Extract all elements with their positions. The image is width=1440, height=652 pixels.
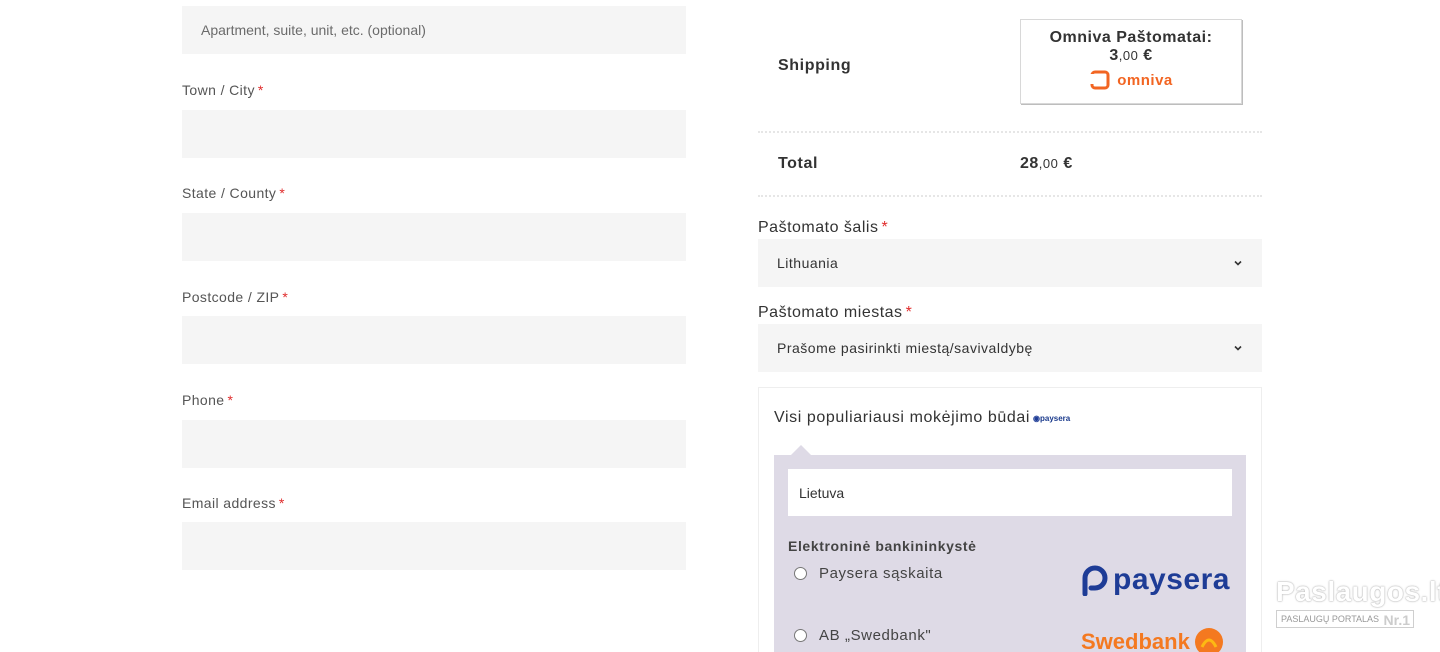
currency: € <box>1063 155 1073 172</box>
postcode-label: Postcode / ZIP * <box>182 289 288 305</box>
required-mark: * <box>282 289 289 305</box>
postcode-label-text: Postcode / ZIP <box>182 289 280 305</box>
watermark-logo: Paslaugos.lt PASLAUGŲ PORTALAS Nr.1 <box>1276 576 1440 630</box>
postcode-input[interactable] <box>182 316 686 364</box>
payment-option-swedbank[interactable]: AB „Swedbank" <box>794 627 931 644</box>
email-input[interactable] <box>182 522 686 570</box>
shipping-price-int: 3 <box>1109 47 1119 64</box>
parcel-country-select[interactable]: Lithuania <box>758 239 1262 287</box>
parcel-city-value: Prašome pasirinkti miestą/savivaldybę <box>777 340 1033 356</box>
payment-option-paysera[interactable]: Paysera sąskaita <box>794 565 943 582</box>
required-mark: * <box>905 304 913 321</box>
parcel-city-label-text: Paštomato miestas <box>758 304 903 321</box>
payment-methods: Visi populiariausi mokėjimo būdai ◉payse… <box>758 387 1262 652</box>
omniva-logo-text: omniva <box>1117 71 1173 89</box>
paysera-logo: paysera <box>1081 563 1230 597</box>
required-mark: * <box>227 392 234 408</box>
state-label: State / County * <box>182 185 285 201</box>
address2-input[interactable] <box>182 6 686 54</box>
bank-group-title: Elektroninė bankininkystė <box>788 538 977 554</box>
parcel-country-value: Lithuania <box>777 255 839 271</box>
required-mark: * <box>279 185 286 201</box>
phone-label: Phone * <box>182 392 233 408</box>
currency: € <box>1143 47 1153 64</box>
swedbank-logo: Swedbank <box>1081 627 1224 652</box>
omniva-icon <box>1090 70 1110 90</box>
parcel-country-label-text: Paštomato šalis <box>758 219 879 236</box>
paysera-mini-logo-text: paysera <box>1039 414 1071 423</box>
divider <box>758 195 1262 197</box>
radio-button[interactable] <box>794 567 807 580</box>
payment-panel: Elektroninė bankininkystė Paysera sąskai… <box>774 455 1246 652</box>
total-price-int: 28 <box>1020 155 1039 172</box>
total-label: Total <box>778 155 819 172</box>
required-mark: * <box>257 82 264 98</box>
omniva-logo: omniva <box>1089 69 1173 91</box>
parcel-city-label: Paštomato miestas * <box>758 304 912 322</box>
paysera-p-icon <box>1082 565 1108 596</box>
total-price: 28,00 € <box>1020 155 1073 173</box>
payment-title: Visi populiariausi mokėjimo būdai <box>774 409 1031 426</box>
watermark-sub: PASLAUGŲ PORTALAS Nr.1 <box>1276 610 1414 628</box>
swedbank-logo-text: Swedbank <box>1081 629 1190 652</box>
watermark-badge: Nr.1 <box>1383 612 1410 628</box>
state-label-text: State / County <box>182 185 277 201</box>
shipping-method-name: Omniva Paštomatai: <box>1049 29 1213 46</box>
payment-option-label: AB „Swedbank" <box>819 627 932 644</box>
parcel-city-select[interactable]: Prašome pasirinkti miestą/savivaldybę <box>758 324 1262 372</box>
shipping-method-option[interactable]: Omniva Paštomatai: 3,00 € omniva <box>1020 19 1242 104</box>
watermark-main: Paslaugos.lt <box>1276 576 1440 607</box>
payment-country-input[interactable] <box>788 469 1232 516</box>
required-mark: * <box>881 219 889 236</box>
shipping-price: 3,00 € <box>1109 47 1152 64</box>
chevron-down-icon <box>1234 260 1242 266</box>
chevron-down-icon <box>1234 345 1242 351</box>
divider <box>758 131 1262 133</box>
phone-input[interactable] <box>182 420 686 468</box>
state-input[interactable] <box>182 213 686 261</box>
paysera-logo-text: paysera <box>1113 563 1230 596</box>
city-input[interactable] <box>182 110 686 158</box>
radio-button[interactable] <box>794 629 807 642</box>
shipping-label: Shipping <box>778 57 852 74</box>
email-label: Email address * <box>182 495 285 511</box>
shipping-price-dec: ,00 <box>1118 48 1139 63</box>
parcel-country-label: Paštomato šalis * <box>758 219 888 237</box>
city-label-text: Town / City <box>182 82 255 98</box>
swedbank-oak-icon <box>1194 628 1223 652</box>
city-label: Town / City * <box>182 82 264 98</box>
total-price-dec: ,00 <box>1038 156 1059 171</box>
paysera-mini-logo: ◉paysera <box>1033 414 1071 423</box>
required-mark: * <box>278 495 285 511</box>
email-label-text: Email address <box>182 495 276 511</box>
payment-option-label: Paysera sąskaita <box>819 565 943 582</box>
watermark-sub-text: PASLAUGŲ PORTALAS <box>1281 614 1380 624</box>
phone-label-text: Phone <box>182 392 225 408</box>
